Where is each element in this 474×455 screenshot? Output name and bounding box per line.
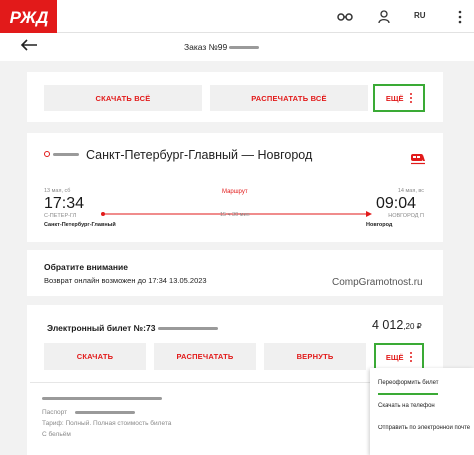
departure-city-code: С-ПЕТЕР-ГЛ [44, 213, 77, 219]
svg-text:РЖД: РЖД [9, 8, 48, 27]
ticket-more-button[interactable]: ЕЩЁ [374, 343, 424, 371]
route-link[interactable]: Маршрут [222, 189, 248, 195]
refund-ticket-button[interactable]: ВЕРНУТЬ [264, 343, 366, 370]
download-ticket-button[interactable]: СКАЧАТЬ [44, 343, 146, 370]
more-vertical-icon[interactable] [451, 8, 469, 26]
reissue-highlight [378, 393, 438, 395]
trip-duration: 15 ч 30 мин [220, 212, 250, 218]
more-actions-button[interactable]: ЕЩЁ [373, 84, 425, 112]
redacted-passenger-name [42, 397, 162, 400]
more-dots-icon [409, 92, 413, 104]
download-all-button[interactable]: СКАЧАТЬ ВСЁ [44, 85, 202, 111]
train-marker-icon [44, 151, 50, 157]
order-number-label: Заказ №99 [184, 42, 228, 52]
departure-station: Санкт-Петербург-Главный [44, 222, 116, 228]
price-cents: ,20 ₽ [403, 322, 422, 331]
dropdown-item-email[interactable]: Отправить по электронной почте [378, 425, 474, 431]
divider [30, 382, 370, 383]
watermark-text: CompGramotnost.ru [332, 277, 423, 288]
passport-label: Паспорт [42, 409, 136, 416]
order-title: Заказ №99 [184, 42, 260, 52]
ticket-more-dots-icon [409, 351, 413, 363]
arrival-date: 14 мая, вс [397, 188, 424, 194]
arrival-station: Новгород [366, 222, 393, 228]
arrival-time: 09:04 [376, 195, 417, 212]
ticket-price: 4 012,20 ₽ [372, 318, 422, 332]
departure-time: 17:34 [44, 195, 85, 212]
top-bar: РЖД RU [0, 0, 474, 33]
language-switch[interactable]: RU [414, 11, 426, 20]
ticket-title: Электронный билет №:73 [47, 323, 219, 333]
train-icon[interactable] [410, 152, 426, 165]
order-header: Заказ №99 [0, 33, 474, 61]
notice-card [27, 250, 443, 296]
user-icon[interactable] [375, 8, 393, 26]
arrival-city-code: НОВГОРОД П [388, 213, 424, 219]
ticket-number-label: Электронный билет №:73 [47, 323, 156, 333]
rzd-logo[interactable]: РЖД [0, 0, 57, 33]
print-all-button[interactable]: РАСПЕЧАТАТЬ ВСЁ [210, 85, 368, 111]
dropdown-item-reissue[interactable]: Переоформить билет [378, 380, 438, 386]
print-ticket-button[interactable]: РАСПЕЧАТАТЬ [154, 343, 256, 370]
redacted-order-digits [229, 46, 260, 50]
back-arrow-icon[interactable] [20, 38, 40, 56]
tariff-text: Тариф: Полный. Полная стоимость билета [42, 420, 172, 427]
dropdown-item-download-phone[interactable]: Скачать на телефон [378, 403, 435, 409]
price-main: 4 012 [372, 318, 404, 332]
ticket-more-label: ЕЩЁ [385, 352, 404, 362]
departure-date: 13 мая, сб [44, 188, 71, 194]
route-title: Санкт-Петербург-Главный — Новгород [86, 148, 313, 162]
notice-text: Возврат онлайн возможен до 17:34 13.05.2… [44, 276, 207, 285]
linen-text: С бельём [42, 431, 71, 438]
notice-title: Обратите внимание [44, 262, 128, 272]
more-label: ЕЩЁ [385, 93, 404, 103]
glasses-icon[interactable] [336, 8, 354, 26]
route-line [100, 204, 374, 217]
redacted-train-number [53, 153, 79, 156]
redacted-passport-number [75, 410, 136, 414]
redacted-ticket-digits [158, 327, 219, 331]
